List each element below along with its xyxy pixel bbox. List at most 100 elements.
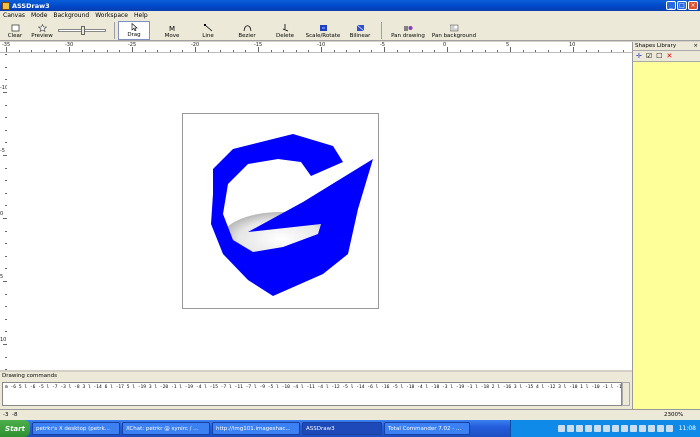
- ruler-tick: [295, 50, 297, 52]
- tray-icon[interactable]: [638, 425, 646, 432]
- ruler-tick: [472, 50, 474, 52]
- window-title: ASSDraw3: [12, 1, 50, 10]
- menu-bar: Canvas Mode Background Workspace Help: [0, 11, 700, 20]
- menu-background[interactable]: Background: [50, 12, 92, 19]
- uncheck-icon[interactable]: ☐: [656, 52, 662, 60]
- ruler-tick: [484, 50, 486, 52]
- start-button[interactable]: Start: [0, 420, 30, 437]
- ruler-tick: [31, 50, 33, 52]
- toolbar-separator: [114, 22, 115, 39]
- delete-shape-icon[interactable]: ✕: [666, 52, 672, 60]
- menu-workspace[interactable]: Workspace: [92, 12, 131, 19]
- maximize-button[interactable]: □: [677, 1, 687, 10]
- toolbar: Clear Preview Drag M Move Line Bezier De…: [0, 20, 700, 41]
- drag-button[interactable]: Drag: [118, 21, 150, 40]
- taskbar-item-browser[interactable]: http://img101.imageshac...: [212, 422, 300, 435]
- drawing-canvas[interactable]: [7, 53, 632, 370]
- bezier-button[interactable]: Bezier: [233, 21, 261, 40]
- preview-opacity-slider[interactable]: [58, 26, 106, 35]
- ruler-tick: [169, 50, 171, 52]
- ruler-tick: [308, 50, 310, 52]
- commands-scrollbar[interactable]: [622, 382, 630, 406]
- pan-drawing-button[interactable]: Pan drawing: [388, 21, 428, 40]
- ruler-tick: [346, 50, 348, 52]
- ruler-label: 10: [569, 42, 576, 48]
- close-button[interactable]: ×: [688, 1, 698, 10]
- ruler-tick: [522, 50, 524, 52]
- ruler-label: 10: [0, 337, 7, 343]
- ruler-tick: [56, 50, 58, 52]
- taskbar-item-total-commander[interactable]: Total Commander 7.02 - ...: [384, 422, 470, 435]
- taskbar-item-assdraw[interactable]: ASSDraw3: [302, 422, 382, 435]
- tray-icon[interactable]: [566, 425, 574, 432]
- menu-help[interactable]: Help: [131, 12, 151, 19]
- ruler-tick: [43, 50, 45, 52]
- vertical-ruler: -10 -5 0 5 10: [0, 53, 7, 370]
- drawing-commands-panel: Drawing commands m -6 5 l -6 -5 l -7 -3 …: [0, 372, 632, 409]
- taskbar-item-x-desktop[interactable]: petrkr's X desktop (petrk...: [32, 422, 120, 435]
- move-button[interactable]: M Move: [158, 21, 186, 40]
- ruler-label: -5: [0, 148, 5, 154]
- clear-button[interactable]: Clear: [3, 21, 27, 40]
- ruler-label: -30: [65, 42, 74, 48]
- taskbar-item-xchat[interactable]: XChat: petrkr @ synirc / ...: [122, 422, 210, 435]
- delete-button[interactable]: Delete: [272, 21, 298, 40]
- ruler-tick: [371, 50, 373, 52]
- tray-icon[interactable]: [575, 425, 583, 432]
- ruler-label: 5: [0, 274, 4, 280]
- scale-rotate-button[interactable]: Scale/Rotate: [304, 21, 342, 40]
- svg-text:M: M: [169, 25, 175, 32]
- pan-background-button[interactable]: Pan background: [431, 21, 477, 40]
- ruler-label: 0: [443, 42, 447, 48]
- minimize-button[interactable]: _: [666, 1, 676, 10]
- ruler-tick: [283, 50, 285, 52]
- ruler-tick: [358, 50, 360, 52]
- ruler-tick: [510, 47, 511, 52]
- menu-canvas[interactable]: Canvas: [0, 12, 28, 19]
- ruler-tick: [560, 50, 562, 52]
- tray-icon[interactable]: [602, 425, 610, 432]
- check-all-icon[interactable]: ☑: [646, 52, 652, 60]
- tray-icon[interactable]: [665, 425, 673, 432]
- drawing-commands-title: Drawing commands: [2, 373, 57, 379]
- menu-mode[interactable]: Mode: [28, 12, 50, 19]
- ruler-tick: [81, 50, 83, 52]
- bilinear-button[interactable]: Bilinear: [346, 21, 374, 40]
- ruler-tick: [245, 50, 247, 52]
- drawing-commands-textarea[interactable]: m -6 5 l -6 -5 l -7 -3 l -8 3 l -14 6 l …: [2, 382, 622, 406]
- tray-icon[interactable]: [620, 425, 628, 432]
- tray-icon[interactable]: [656, 425, 664, 432]
- move-icon: M: [169, 25, 175, 32]
- tray-icon[interactable]: [629, 425, 637, 432]
- ruler-label: -25: [128, 42, 137, 48]
- ruler-tick: [119, 50, 121, 52]
- ruler-tick: [497, 50, 499, 52]
- tray-icon[interactable]: [647, 425, 655, 432]
- tray-icon[interactable]: [557, 425, 565, 432]
- pan-drawing-icon: [403, 26, 412, 31]
- ruler-tick: [409, 50, 411, 52]
- zoom-level: 2300%: [664, 412, 684, 418]
- preview-icon: [37, 24, 47, 32]
- ruler-tick: [447, 47, 448, 52]
- ruler-tick: [585, 50, 587, 52]
- shapes-library-close-button[interactable]: ×: [693, 43, 698, 49]
- preview-button[interactable]: Preview: [29, 21, 55, 40]
- line-button[interactable]: Line: [196, 21, 220, 40]
- ruler-label: 0: [0, 211, 4, 217]
- tray-icon[interactable]: [593, 425, 601, 432]
- tray-icon[interactable]: [611, 425, 619, 432]
- tray-icon[interactable]: [584, 425, 592, 432]
- slider-thumb[interactable]: [81, 26, 85, 35]
- ruler-label: -10: [317, 42, 326, 48]
- ruler-tick: [547, 50, 549, 52]
- ruler-tick: [232, 50, 234, 52]
- ruler-tick: [459, 50, 461, 52]
- ruler-tick: [270, 50, 272, 52]
- line-icon: [203, 24, 212, 32]
- ruler-tick: [18, 50, 20, 52]
- background-image: [182, 113, 379, 309]
- bezier-icon: [243, 25, 251, 32]
- add-shape-icon[interactable]: ✛: [636, 52, 642, 60]
- clock: 11:08: [678, 425, 696, 432]
